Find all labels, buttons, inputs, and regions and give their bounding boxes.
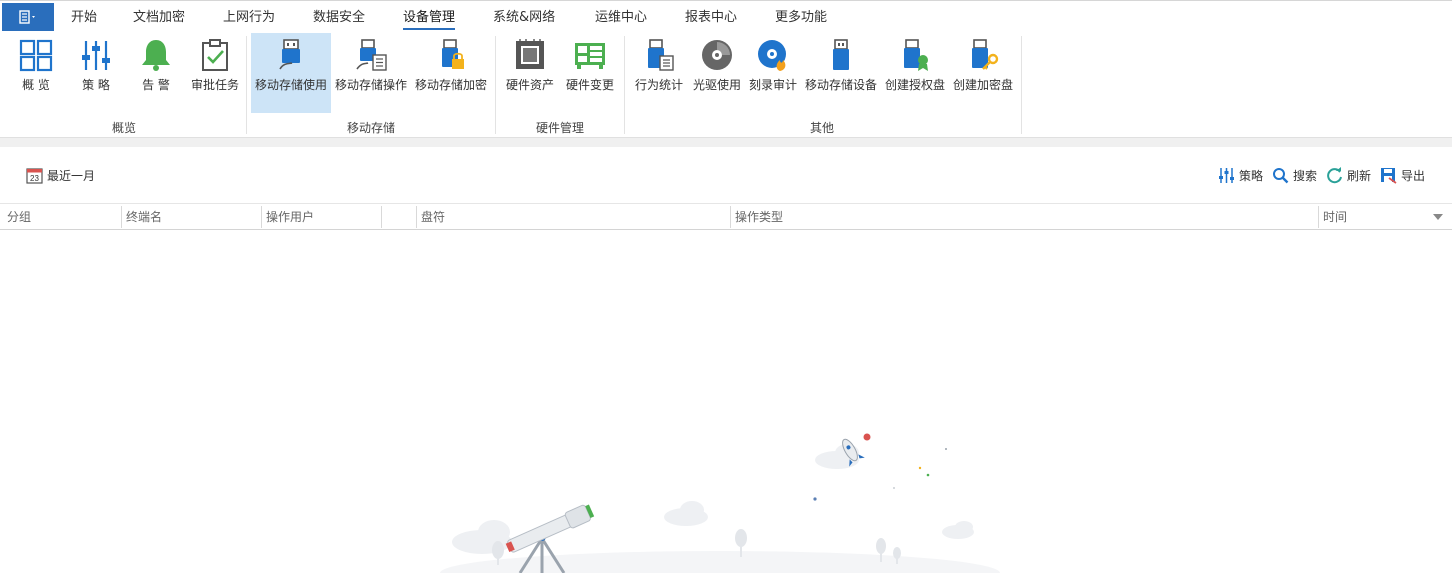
ribbon-removable-encryption-button[interactable]: 移动存储加密	[414, 33, 488, 113]
ribbon-hardware-assets-button[interactable]: 硬件资产	[503, 33, 557, 113]
ribbon-removable-usage-button[interactable]: 移动存储使用	[251, 33, 331, 113]
ribbon-burn-audit-button[interactable]: 刻录审计	[746, 33, 800, 113]
ribbon-removable-device-button[interactable]: 移动存储设备	[804, 33, 878, 113]
clipboard-check-icon	[202, 39, 228, 71]
calendar-day: 23	[30, 174, 39, 183]
toolbar: 23 最近一月 策略 搜索 刷新 导出	[0, 147, 1452, 203]
column-header-blank[interactable]	[381, 204, 416, 230]
calendar-icon: 23	[26, 167, 43, 184]
cpu-icon	[516, 39, 544, 69]
grid-body	[0, 230, 1452, 573]
tab-start[interactable]: 开始	[71, 9, 97, 27]
column-header-user[interactable]: 操作用户	[261, 204, 381, 230]
toolbar-export-button[interactable]: 导出	[1380, 165, 1425, 185]
ribbon-alarm-button[interactable]: 告 警	[134, 33, 178, 113]
ribbon-create-authorized-disk-label: 创建授权盘	[884, 78, 945, 92]
group-separator	[1021, 36, 1022, 134]
column-header-drive-letter[interactable]: 盘符	[416, 204, 730, 230]
group-title-other: 其他	[809, 121, 835, 135]
grid-header: 分组 终端名 操作用户 盘符 操作类型 时间	[0, 203, 1452, 230]
ribbon-hardware-change-button[interactable]: 硬件变更	[563, 33, 617, 113]
toolbar-search-label: 搜索	[1293, 168, 1318, 183]
usb-list-icon	[356, 39, 387, 71]
menu-bar: 开始 文档加密 上网行为 数据安全 设备管理 系统&网络 运维中心 报表中心 更…	[0, 0, 1452, 32]
tab-web-behavior[interactable]: 上网行为	[223, 9, 275, 27]
ribbon-overview-button[interactable]: 概 览	[14, 33, 58, 113]
ribbon-create-encrypted-disk-button[interactable]: 创建加密盘	[952, 33, 1014, 113]
column-header-terminal[interactable]: 终端名	[121, 204, 261, 230]
ribbon-removable-usage-label: 移动存储使用	[254, 78, 327, 92]
ribbon-alarm-label: 告 警	[142, 78, 170, 92]
toolbar-search-button[interactable]: 搜索	[1272, 165, 1317, 185]
ribbon-removable-operation-button[interactable]: 移动存储操作	[334, 33, 408, 113]
usb-device-icon	[833, 39, 849, 70]
group-separator	[624, 36, 625, 134]
ribbon-removable-encryption-label: 移动存储加密	[414, 78, 487, 92]
ribbon-gap	[0, 138, 1452, 147]
ribbon-behavior-stats-button[interactable]: 行为统计	[632, 33, 686, 113]
tab-system-network[interactable]: 系统&网络	[493, 9, 555, 27]
ribbon-removable-operation-label: 移动存储操作	[334, 78, 407, 92]
ribbon-burn-audit-label: 刻录审计	[748, 78, 797, 92]
toolbar-policy-label: 策略	[1239, 168, 1264, 183]
search-icon	[1273, 167, 1289, 183]
group-title-hardware-management: 硬件管理	[535, 121, 585, 135]
sliders-icon	[1219, 167, 1234, 183]
tab-device-management[interactable]: 设备管理	[403, 9, 456, 30]
export-icon	[1381, 167, 1397, 184]
ribbon-hardware-change-label: 硬件变更	[565, 78, 614, 92]
tab-report-center[interactable]: 报表中心	[685, 9, 737, 27]
ribbon-create-encrypted-disk-label: 创建加密盘	[952, 78, 1013, 92]
group-separator	[495, 36, 496, 134]
ribbon: 概 览 策 略 告 警 审批任务 概览 移动存储使用 移动存储操作 移动存储加密…	[0, 32, 1452, 138]
group-title-removable-storage: 移动存储	[346, 121, 396, 135]
date-range-label: 最近一月	[47, 168, 96, 183]
sort-descending-icon[interactable]	[1432, 213, 1444, 221]
ribbon-behavior-stats-label: 行为统计	[634, 78, 683, 92]
sliders-icon	[82, 41, 110, 70]
ribbon-policy-button[interactable]: 策 略	[74, 33, 118, 113]
empty-state-illustration	[440, 433, 1000, 573]
usb-badge-icon	[904, 39, 928, 71]
burn-disc-icon	[758, 40, 786, 71]
column-header-operation-type[interactable]: 操作类型	[730, 204, 1318, 230]
ribbon-overview-label: 概 览	[22, 78, 50, 92]
ribbon-cdrom-usage-label: 光驱使用	[692, 78, 741, 92]
ribbon-removable-device-label: 移动存储设备	[804, 78, 877, 92]
grid-icon	[19, 39, 53, 72]
board-icon	[575, 43, 605, 69]
bell-icon	[142, 40, 170, 71]
ribbon-cdrom-usage-button[interactable]: 光驱使用	[690, 33, 744, 113]
app-menu-button[interactable]	[2, 3, 54, 31]
tab-ops-center[interactable]: 运维中心	[595, 9, 647, 27]
group-separator	[246, 36, 247, 134]
usb-stats-icon	[648, 39, 674, 71]
toolbar-refresh-label: 刷新	[1347, 168, 1372, 183]
tab-data-security[interactable]: 数据安全	[313, 9, 365, 27]
ribbon-policy-label: 策 略	[82, 78, 110, 92]
ribbon-create-authorized-disk-button[interactable]: 创建授权盘	[884, 33, 946, 113]
column-header-time[interactable]: 时间	[1318, 204, 1418, 230]
group-title-overview: 概览	[111, 121, 137, 135]
tab-more-features[interactable]: 更多功能	[775, 9, 827, 27]
ribbon-approval-task-button[interactable]: 审批任务	[189, 33, 241, 113]
refresh-icon	[1327, 166, 1342, 183]
usb-lock-icon	[442, 39, 464, 69]
date-range-picker[interactable]: 23 最近一月	[26, 165, 95, 185]
app-menu-icon	[19, 10, 35, 24]
column-header-group[interactable]: 分组	[2, 204, 120, 230]
ribbon-approval-task-label: 审批任务	[190, 78, 239, 92]
toolbar-export-label: 导出	[1401, 168, 1426, 183]
tab-document-encryption[interactable]: 文档加密	[133, 9, 185, 27]
toolbar-policy-button[interactable]: 策略	[1218, 165, 1263, 185]
toolbar-refresh-button[interactable]: 刷新	[1326, 165, 1371, 185]
ribbon-hardware-assets-label: 硬件资产	[505, 78, 554, 92]
usb-key-icon	[972, 39, 999, 70]
disc-icon	[702, 40, 732, 70]
usb-drive-icon	[279, 39, 300, 70]
